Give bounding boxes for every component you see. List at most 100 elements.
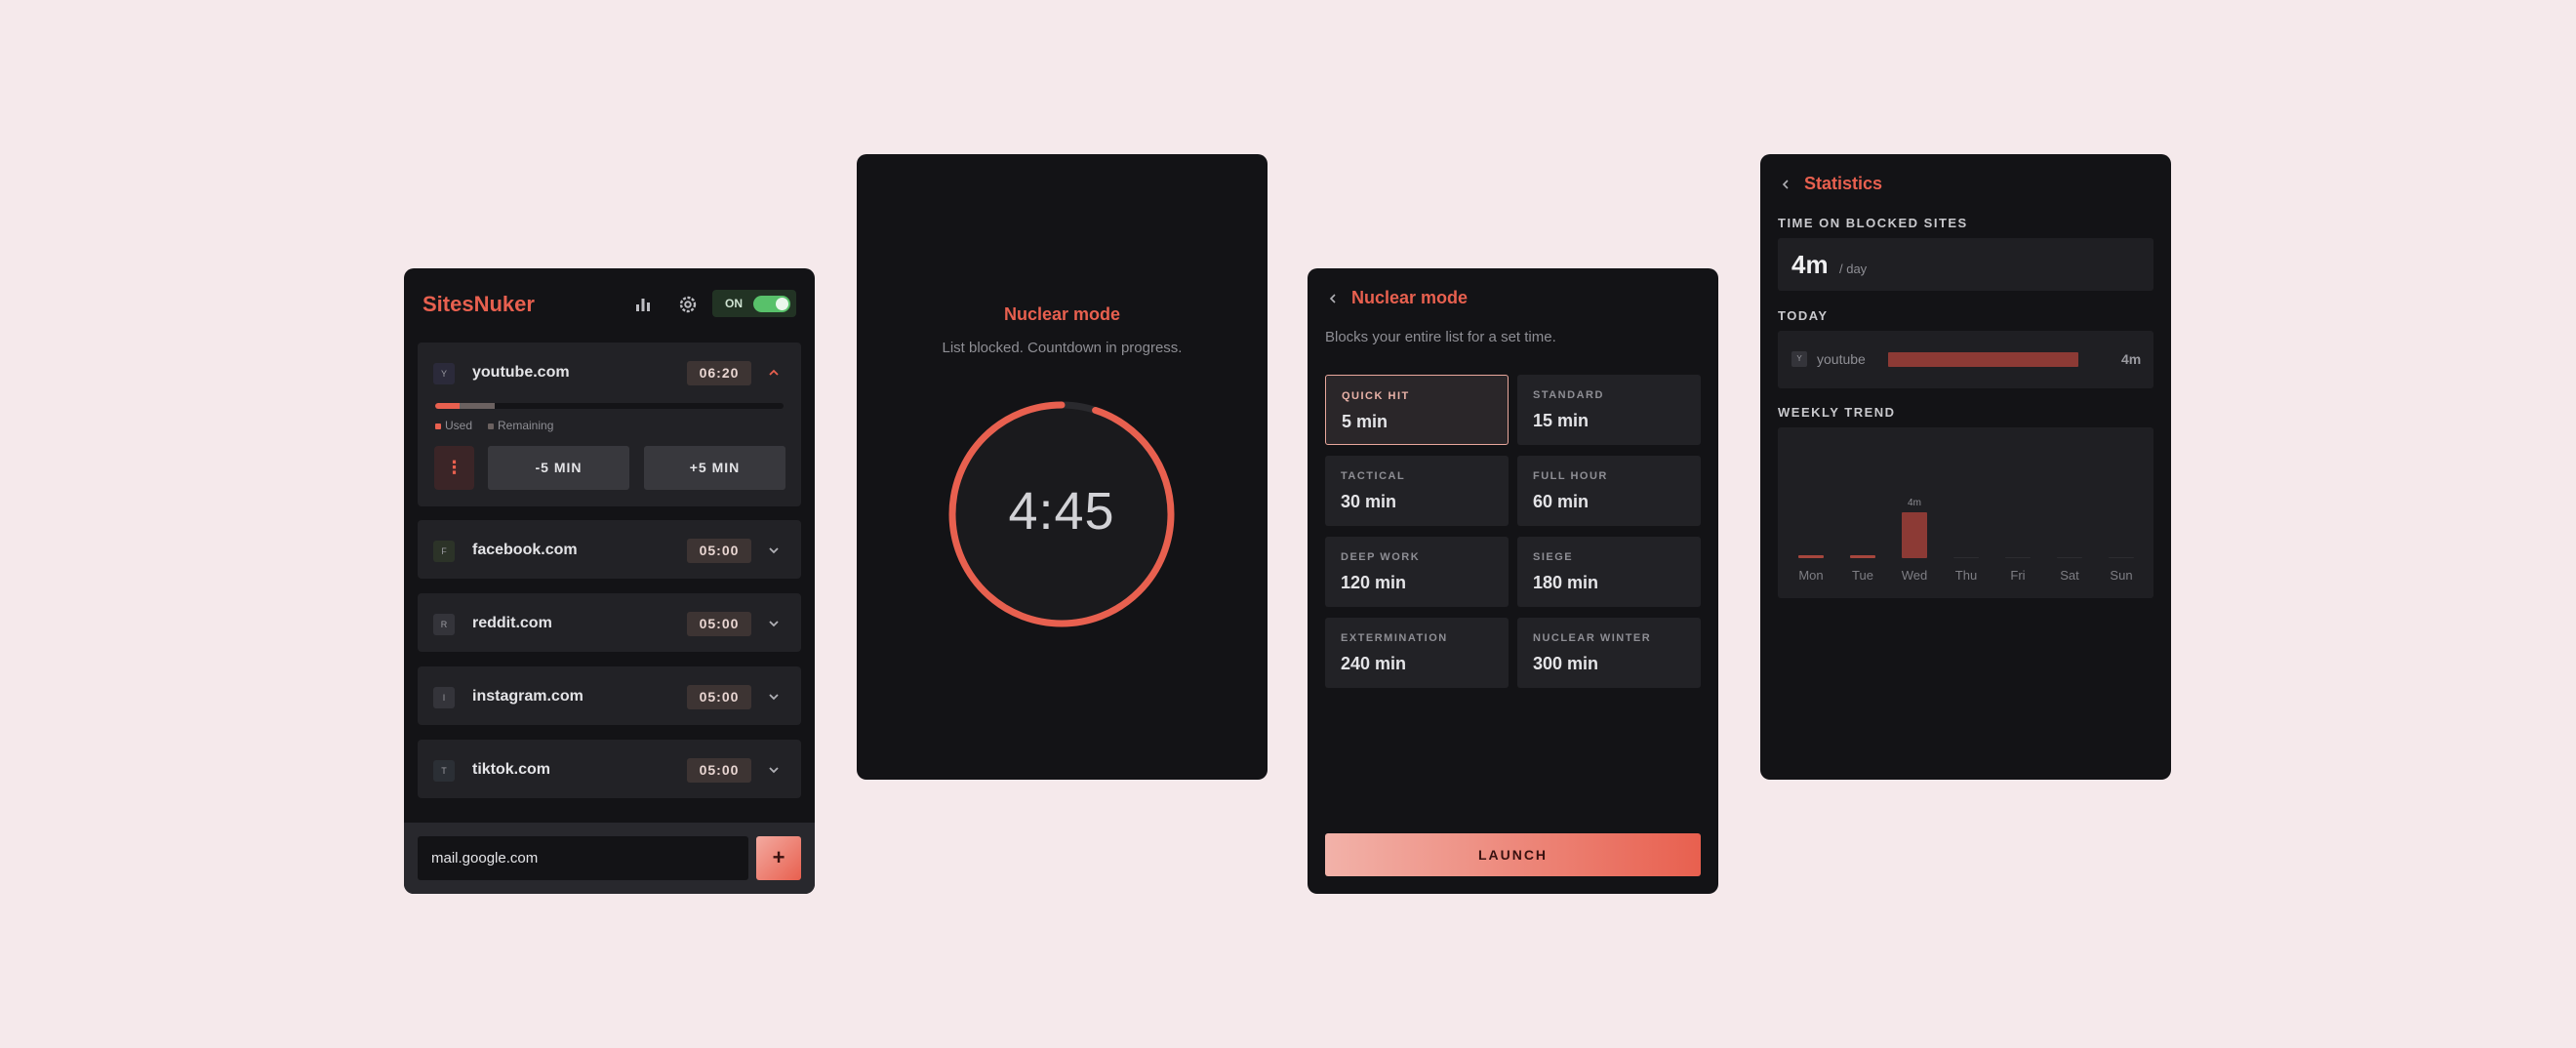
time-remaining-badge: 05:00 [687, 612, 751, 636]
legend-remaining: Remaining [488, 419, 553, 432]
back-chevron-icon[interactable] [1327, 293, 1339, 304]
preset-value: 120 min [1341, 573, 1407, 592]
settings-gear-icon[interactable] [677, 294, 699, 315]
sites-panel: SitesNuker ON Y youtube.com 06:20 Used R… [404, 268, 815, 894]
preset-siege[interactable]: SIEGE 180 min [1517, 537, 1701, 607]
site-favicon: F [433, 541, 455, 562]
chevron-down-icon[interactable] [767, 690, 781, 704]
more-options-button[interactable]: ⋮ [434, 446, 474, 490]
minus-5-min-button[interactable]: -5 MIN [488, 446, 629, 490]
preset-label: QUICK HIT [1342, 390, 1410, 402]
usage-remaining-fill [459, 403, 495, 409]
per-day-box: 4m / day [1778, 238, 2153, 291]
today-usage-bar [1888, 352, 2078, 367]
chevron-up-icon[interactable] [767, 366, 781, 380]
countdown-title: Nuclear mode [1003, 304, 1121, 324]
legend-remaining-label: Remaining [498, 419, 554, 432]
site-item-reddit[interactable]: R reddit.com 05:00 [418, 593, 801, 652]
time-on-blocked-sites-label: TIME ON BLOCKED SITES [1778, 216, 1968, 230]
weekly-day-label: Wed [1901, 568, 1928, 583]
nuclear-mode-title: Nuclear mode [1351, 288, 1469, 307]
chevron-down-icon[interactable] [767, 617, 781, 630]
preset-label: STANDARD [1533, 389, 1604, 401]
countdown-panel: Nuclear mode List blocked. Countdown in … [857, 154, 1268, 780]
app-logo: SitesNuker [423, 292, 535, 316]
legend-used: Used [435, 419, 472, 432]
site-item-instagram[interactable]: I instagram.com 05:00 [418, 666, 801, 725]
site-favicon: R [433, 614, 455, 635]
panel-header: SitesNuker ON [404, 268, 815, 341]
blocker-toggle[interactable]: ON [712, 290, 796, 317]
site-name: youtube.com [472, 364, 570, 381]
preset-label: DEEP WORK [1341, 551, 1421, 563]
preset-value: 240 min [1341, 654, 1407, 673]
weekly-bar-mon [1798, 554, 1824, 558]
toggle-knob [776, 298, 788, 310]
toggle-label: ON [725, 297, 743, 310]
weekly-bar-data-label: 4m [1908, 498, 1921, 509]
preset-extermination[interactable]: EXTERMINATION 240 min [1325, 618, 1509, 688]
site-name: instagram.com [472, 688, 584, 705]
weekly-day-label: Thu [1954, 568, 1978, 583]
site-name: reddit.com [472, 615, 552, 631]
site-item-facebook[interactable]: F facebook.com 05:00 [418, 520, 801, 579]
site-favicon: T [433, 760, 455, 782]
add-site-input[interactable] [418, 836, 748, 880]
preset-value: 15 min [1533, 411, 1590, 430]
usage-used-fill [435, 403, 460, 409]
chevron-down-icon[interactable] [767, 763, 781, 777]
preset-quick-hit[interactable]: QUICK HIT 5 min [1325, 375, 1509, 445]
site-favicon: Y [433, 363, 455, 384]
launch-button[interactable]: LAUNCH [1325, 833, 1701, 876]
today-site-favicon: Y [1791, 351, 1807, 367]
preset-value: 5 min [1342, 412, 1389, 431]
preset-label: SIEGE [1533, 551, 1574, 563]
weekly-bar-sun [2109, 557, 2134, 558]
add-site-button[interactable]: + [756, 836, 801, 880]
site-row[interactable]: Y youtube.com 06:20 [418, 343, 801, 401]
nuclear-mode-panel: Nuclear mode Blocks your entire list for… [1308, 268, 1718, 894]
time-remaining-badge: 05:00 [687, 539, 751, 563]
preset-deep-work[interactable]: DEEP WORK 120 min [1325, 537, 1509, 607]
countdown-time: 4:45 [1008, 482, 1115, 541]
stats-icon[interactable] [632, 294, 654, 315]
today-box: Y youtube 4m [1778, 331, 2153, 388]
weekly-bar-sat [2057, 557, 2082, 558]
today-label: TODAY [1778, 308, 1829, 323]
toggle-track [753, 296, 790, 312]
preset-label: NUCLEAR WINTER [1533, 632, 1652, 644]
legend-used-label: Used [445, 419, 473, 432]
today-site-name: youtube [1817, 351, 1866, 367]
preset-label: TACTICAL [1341, 470, 1406, 482]
legend-remaining-dot [488, 423, 494, 429]
site-name: tiktok.com [472, 761, 551, 778]
countdown-subtitle: List blocked. Countdown in progress. [942, 340, 1183, 356]
weekly-bar-wed [1902, 512, 1927, 558]
preset-tactical[interactable]: TACTICAL 30 min [1325, 456, 1509, 526]
weekly-bar-thu [1953, 557, 1979, 558]
back-chevron-icon[interactable] [1780, 179, 1791, 190]
weekly-bar-fri [2005, 557, 2031, 558]
time-remaining-badge: 05:00 [687, 758, 751, 783]
preset-standard[interactable]: STANDARD 15 min [1517, 375, 1701, 445]
statistics-title: Statistics [1804, 174, 1883, 193]
today-site-value: 4m [2121, 351, 2142, 367]
weekly-day-label: Tue [1852, 568, 1873, 583]
site-item-youtube: Y youtube.com 06:20 Used Remaining ⋮ -5 … [418, 343, 801, 506]
usage-progress-bar [435, 403, 784, 409]
preset-value: 300 min [1533, 654, 1599, 673]
preset-nuclear-winter[interactable]: NUCLEAR WINTER 300 min [1517, 618, 1701, 688]
preset-full-hour[interactable]: FULL HOUR 60 min [1517, 456, 1701, 526]
site-item-tiktok[interactable]: T tiktok.com 05:00 [418, 740, 801, 798]
preset-value: 60 min [1533, 492, 1590, 511]
weekly-trend-chart: Mon Tue Wed 4m Thu Fri Sat Sun [1778, 427, 2153, 598]
chevron-down-icon[interactable] [767, 544, 781, 557]
plus-5-min-button[interactable]: +5 MIN [644, 446, 785, 490]
weekly-day-label: Sat [2060, 568, 2079, 583]
site-favicon: I [433, 687, 455, 708]
site-name: facebook.com [472, 542, 578, 558]
preset-label: FULL HOUR [1533, 470, 1608, 482]
weekly-trend-label: WEEKLY TREND [1778, 405, 1896, 420]
weekly-day-label: Sun [2110, 568, 2133, 583]
time-remaining-badge: 06:20 [687, 361, 751, 385]
